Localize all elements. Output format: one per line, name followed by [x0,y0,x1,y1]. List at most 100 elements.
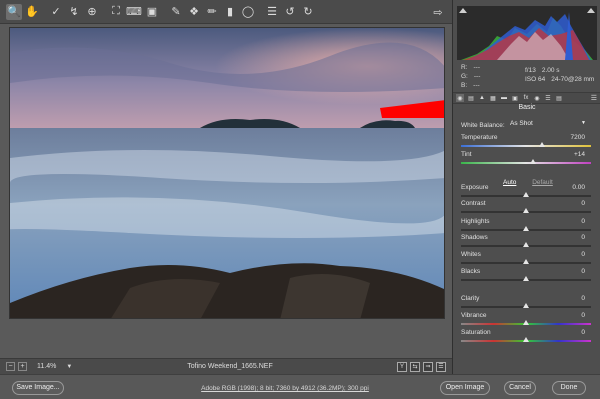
blacks-label: Blacks [461,268,481,275]
radial-filter-icon[interactable]: ◯ [240,4,256,20]
shadows-slider-thumb[interactable] [523,242,529,247]
vibrance-label: Vibrance [461,312,487,319]
section-title: Basic [518,104,536,111]
g-label: G: [461,73,468,80]
shadow-clipping-warning-icon[interactable] [459,8,467,13]
dialog-footer: Save Image... Adobe RGB (1998); 8 bit; 7… [0,374,600,399]
presets-tab-icon[interactable]: ☰ [544,94,552,102]
seascape-image [10,28,444,318]
basic-tab-icon[interactable]: ◉ [456,94,464,102]
tint-slider-track[interactable] [461,162,591,164]
b-label: B: [461,82,468,89]
camera-calibration-tab-icon[interactable]: ◉ [533,94,541,102]
white-balance-label: White Balance: [461,122,505,129]
highlight-clipping-warning-icon[interactable] [587,8,595,13]
lens-tab-icon[interactable]: ▣ [511,94,519,102]
toggle-settings-icon[interactable]: ☰ [436,361,446,372]
copy-settings-icon[interactable]: ⇒ [423,361,433,372]
zoom-dropdown-icon[interactable]: ▼ [66,364,72,370]
whites-slider-thumb[interactable] [523,259,529,264]
histogram [457,6,597,60]
exposure-value[interactable]: 0.00 [572,184,585,191]
vibrance-slider-thumb[interactable] [523,320,529,325]
exposure-slider-thumb[interactable] [523,192,529,197]
temperature-slider-track[interactable] [461,145,591,147]
rotate-right-icon[interactable]: ↻ [300,4,316,20]
hand-icon[interactable]: ✋ [24,4,40,20]
vibrance-value[interactable]: 0 [581,312,585,319]
preferences-icon[interactable]: ☰ [264,4,280,20]
graduated-filter-icon[interactable]: ▮ [222,4,238,20]
photo-preview[interactable] [9,27,445,319]
saturation-slider-thumb[interactable] [523,337,529,342]
histogram-graph [461,12,593,60]
targeted-adjustment-icon[interactable]: ⊕ [84,4,100,20]
view-buttons: Y ⇆ ⇒ ☰ [397,361,446,372]
fullscreen-icon[interactable]: ⇨ [430,4,446,20]
zoom-out-button[interactable]: − [6,362,15,371]
cancel-button[interactable]: Cancel [504,381,536,395]
clarity-slider-thumb[interactable] [523,303,529,308]
white-balance-select[interactable]: As Shot ▼ [508,120,588,130]
before-after-toggle-icon[interactable]: Y [397,361,407,372]
exposure-label: Exposure [461,184,489,191]
detail-tab-icon[interactable]: ▲ [478,94,486,102]
tool-bar: 🔍 ✋ ✓ ↯ ⊕ ⛶ ⌨ ▣ ✎ ❖ ✏ ▮ ◯ ☰ ↺ ↻ ⇨ [0,0,452,24]
tint-value[interactable]: +14 [574,151,585,158]
zoom-level[interactable]: 11.4% [37,363,56,370]
white-balance-value: As Shot [510,120,533,127]
default-link[interactable]: Default [532,179,553,186]
white-balance-icon[interactable]: ✓ [48,4,64,20]
tint-label: Tint [461,151,472,158]
highlights-slider-thumb[interactable] [523,226,529,231]
saturation-value[interactable]: 0 [581,329,585,336]
color-sampler-icon[interactable]: ↯ [66,4,82,20]
clarity-label: Clarity [461,295,480,302]
lens: 24-70@28 mm [551,76,595,83]
transform-icon[interactable]: ▣ [144,4,160,20]
camera-raw-window: 🔍 ✋ ✓ ↯ ⊕ ⛶ ⌨ ▣ ✎ ❖ ✏ ▮ ◯ ☰ ↺ ↻ ⇨ − + 11… [0,0,600,399]
auto-link[interactable]: Auto [503,179,516,186]
swap-settings-icon[interactable]: ⇆ [410,361,420,372]
crop-icon[interactable]: ⛶ [108,4,124,20]
g-value: --- [473,73,481,80]
shadows-value[interactable]: 0 [581,234,585,241]
temperature-value[interactable]: 7200 [571,134,585,141]
zoom-in-button[interactable]: + [18,362,27,371]
highlights-value[interactable]: 0 [581,218,585,225]
spot-removal-icon[interactable]: ✎ [168,4,184,20]
done-button[interactable]: Done [552,381,586,395]
tone-curve-tab-icon[interactable]: ▤ [467,94,475,102]
contrast-value[interactable]: 0 [581,200,585,207]
effects-tab-icon[interactable]: fx [522,94,530,102]
red-eye-icon[interactable]: ❖ [186,4,202,20]
temperature-slider-thumb[interactable] [538,142,545,147]
save-image-button[interactable]: Save Image... [12,381,64,395]
r-label: R: [461,64,468,71]
zoom-icon[interactable]: 🔍 [6,3,22,20]
contrast-slider-thumb[interactable] [523,208,529,213]
adjustments-panel: R: --- G: --- B: --- f/13 2.00 s ISO 64 24-70… [452,0,600,374]
panel-menu-icon[interactable]: ☰ [591,94,597,102]
image-status-bar: − + 11.4% ▼ Tofino Weekend_1665.NEF Y ⇆ … [0,358,452,374]
straighten-icon[interactable]: ⌨ [126,4,142,20]
temperature-label: Temperature [461,134,498,141]
workflow-options-link[interactable]: Adobe RGB (1998); 8 bit; 7360 by 4912 (3… [185,385,385,392]
exif-info: f/13 2.00 s ISO 64 24-70@28 mm [525,66,594,84]
image-preview-area [0,24,452,358]
shutter-speed: 2.00 s [541,67,560,74]
whites-value[interactable]: 0 [581,251,585,258]
adjustment-brush-icon[interactable]: ✏ [204,4,220,20]
open-image-button[interactable]: Open Image [440,381,490,395]
blacks-slider-thumb[interactable] [523,276,529,281]
hsl-tab-icon[interactable]: ▦ [489,94,497,102]
split-toning-tab-icon[interactable]: ▬ [500,94,508,102]
r-value: --- [473,64,481,71]
aperture: f/13 [525,67,536,74]
tint-slider-thumb[interactable] [529,159,536,164]
saturation-label: Saturation [461,329,491,336]
clarity-value[interactable]: 0 [581,295,585,302]
blacks-value[interactable]: 0 [581,268,585,275]
snapshots-tab-icon[interactable]: ▤ [555,94,563,102]
rotate-left-icon[interactable]: ↺ [282,4,298,20]
